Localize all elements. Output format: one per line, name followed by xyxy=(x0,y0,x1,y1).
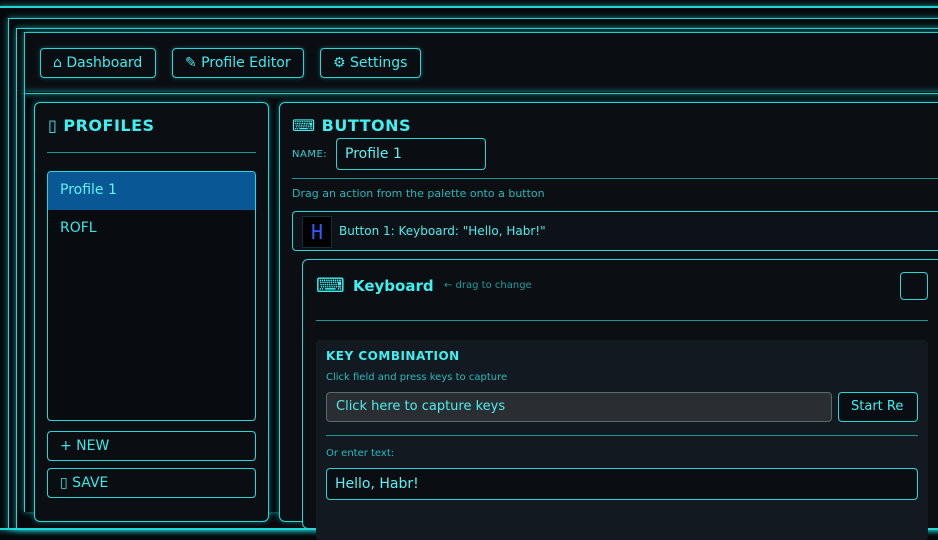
divider xyxy=(47,152,256,153)
save-profile-button[interactable]: ▯ SAVE xyxy=(47,468,256,498)
keyboard-text-input[interactable] xyxy=(326,468,918,500)
key-combination-title: KEY COMBINATION xyxy=(326,349,460,363)
name-label: NAME: xyxy=(292,149,328,160)
buttons-panel: ⌨ BUTTONS NAME: Drag an action from the … xyxy=(279,102,938,540)
action-remove-button[interactable] xyxy=(900,272,928,300)
key-capture-field[interactable]: Click here to capture keys xyxy=(326,392,832,422)
profiles-title: ▯ PROFILES xyxy=(48,116,155,135)
profile-item-rofl[interactable]: ROFL xyxy=(48,210,255,248)
profiles-panel: ▯ PROFILES Profile 1 ROFL + NEW ▯ SAVE xyxy=(34,102,269,522)
keyboard-action-card: ⌨ Keyboard ← drag to change KEY COMBINAT… xyxy=(302,259,938,540)
text-input-label: Or enter text: xyxy=(326,448,395,459)
profile-list: Profile 1 ROFL xyxy=(47,171,256,421)
action-title: Keyboard xyxy=(353,277,434,295)
divider xyxy=(316,320,928,321)
drag-hint: Drag an action from the palette onto a b… xyxy=(292,187,545,200)
profile-name-input[interactable] xyxy=(336,138,486,170)
key-combination-section: KEY COMBINATION Click field and press ke… xyxy=(316,340,928,540)
button-slot-1[interactable]: H Button 1: Keyboard: "Hello, Habr!" xyxy=(292,211,938,251)
key-capture-hint: Click field and press keys to capture xyxy=(326,372,508,383)
button-slot-label: Button 1: Keyboard: "Hello, Habr!" xyxy=(339,224,546,238)
new-profile-button[interactable]: + NEW xyxy=(47,431,256,461)
profile-item-profile-1[interactable]: Profile 1 xyxy=(48,172,255,210)
start-recording-button[interactable]: Start Re xyxy=(838,392,918,422)
buttons-title: ⌨ BUTTONS xyxy=(292,116,412,135)
keyboard-icon: ⌨ xyxy=(316,273,345,297)
top-nav-bar xyxy=(24,32,938,94)
divider xyxy=(326,435,918,436)
nav-dashboard-button[interactable]: ⌂ Dashboard xyxy=(40,48,156,78)
action-drag-hint[interactable]: ← drag to change xyxy=(444,280,532,291)
button-thumbnail: H xyxy=(302,216,332,248)
nav-settings-button[interactable]: ⚙ Settings xyxy=(320,48,421,78)
divider xyxy=(292,178,938,179)
nav-profile-editor-button[interactable]: ✎ Profile Editor xyxy=(172,48,304,78)
app-window: ⌂ Dashboard ✎ Profile Editor ⚙ Settings … xyxy=(0,0,938,540)
